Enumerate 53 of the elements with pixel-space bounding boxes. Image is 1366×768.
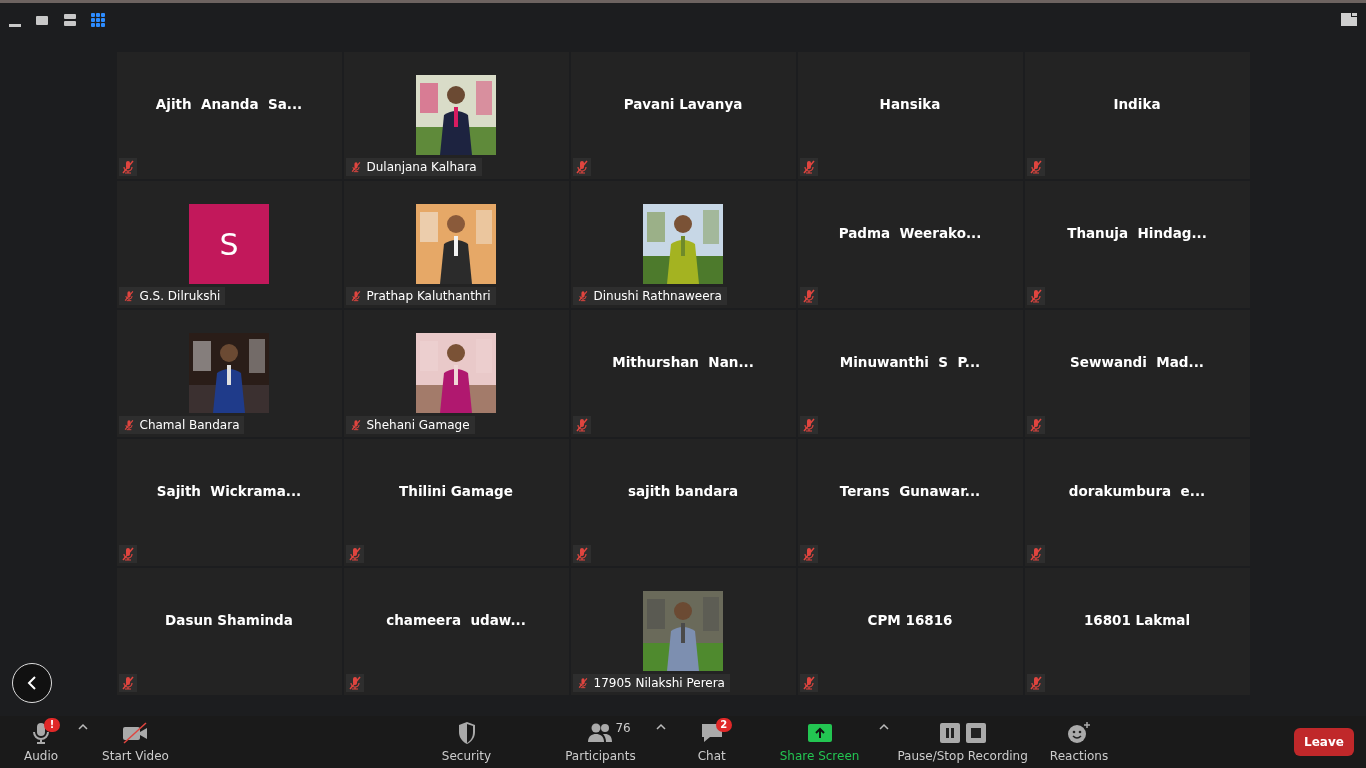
participant-name: Mithurshan Nan... bbox=[612, 352, 754, 372]
participant-name: CPM 16816 bbox=[867, 610, 953, 630]
minimize-icon bbox=[9, 23, 21, 27]
notification-badge: ! bbox=[44, 718, 61, 732]
participant-name: Shehani Gamage bbox=[366, 418, 470, 432]
shield-icon bbox=[456, 721, 477, 745]
participant-name: Ajith Ananda Sa... bbox=[155, 94, 303, 114]
participant-name: Indika bbox=[1113, 94, 1161, 114]
participant-name: Padma Weerako... bbox=[838, 223, 982, 243]
caret-icon[interactable] bbox=[78, 723, 89, 731]
participant-name: dorakumbura e... bbox=[1068, 481, 1206, 501]
participant-name: Dinushi Rathnaweera bbox=[593, 289, 722, 303]
exit-fullscreen-button[interactable] bbox=[1338, 10, 1360, 29]
caret-icon[interactable] bbox=[655, 723, 666, 731]
participant-name: 16801 Lakmal bbox=[1083, 610, 1191, 630]
participant-name: Sajith Wickrama... bbox=[156, 481, 302, 501]
window-icon bbox=[1341, 13, 1357, 26]
participant-name: G.S. Dilrukshi bbox=[139, 289, 221, 303]
participant-name: Thanuja Hindag... bbox=[1067, 223, 1207, 243]
toolbar-button[interactable]: Share Screen bbox=[769, 717, 870, 763]
toolbar-button[interactable]: 76 Participants bbox=[555, 717, 646, 763]
toolbar-button[interactable]: Pause/Stop Recording bbox=[887, 717, 1038, 763]
smiley-icon bbox=[1067, 722, 1092, 744]
participant-count: 76 bbox=[615, 721, 631, 735]
camera-off-icon bbox=[121, 722, 150, 744]
toolbar-button[interactable]: 2 Chat bbox=[687, 717, 736, 763]
participant-name: Terans Gunawar... bbox=[839, 481, 981, 501]
caret-icon[interactable] bbox=[879, 723, 890, 731]
leave-button[interactable]: Leave bbox=[1294, 728, 1354, 756]
avatar-letter: S bbox=[219, 226, 239, 262]
participant-name: Pavani Lavanya bbox=[623, 94, 743, 114]
previous-page-button[interactable] bbox=[12, 663, 52, 703]
participant-name: chameera udaw... bbox=[386, 610, 526, 630]
pause-stop-icon bbox=[939, 723, 986, 743]
participant-name: Dasun Shaminda bbox=[165, 610, 293, 630]
participant-name: Thilini Gamage bbox=[399, 481, 513, 501]
notification-badge: 2 bbox=[715, 718, 732, 732]
chevron-left-icon bbox=[26, 676, 38, 690]
split-view-icon bbox=[63, 12, 77, 27]
participant-name: Minuwanthi S P... bbox=[839, 352, 981, 372]
toolbar-button[interactable]: Start Video bbox=[92, 717, 179, 763]
toolbar-button[interactable]: Reactions bbox=[1039, 717, 1119, 763]
participant-name: Hansika bbox=[879, 94, 941, 114]
participant-name: sajith bandara bbox=[627, 481, 739, 501]
toolbar-button[interactable]: ! Audio bbox=[14, 717, 69, 763]
people-icon bbox=[587, 722, 614, 744]
participant-name: Prathap Kaluthanthri bbox=[366, 289, 491, 303]
participant-name: Dulanjana Kalhara bbox=[366, 160, 477, 174]
participant-name: 17905 Nilakshi Perera bbox=[593, 676, 725, 690]
participant-name: Sewwandi Mad... bbox=[1070, 352, 1204, 372]
participant-name: Chamal Bandara bbox=[139, 418, 240, 432]
toolbar-button[interactable]: Security bbox=[431, 717, 502, 763]
grid-icon bbox=[91, 12, 105, 27]
